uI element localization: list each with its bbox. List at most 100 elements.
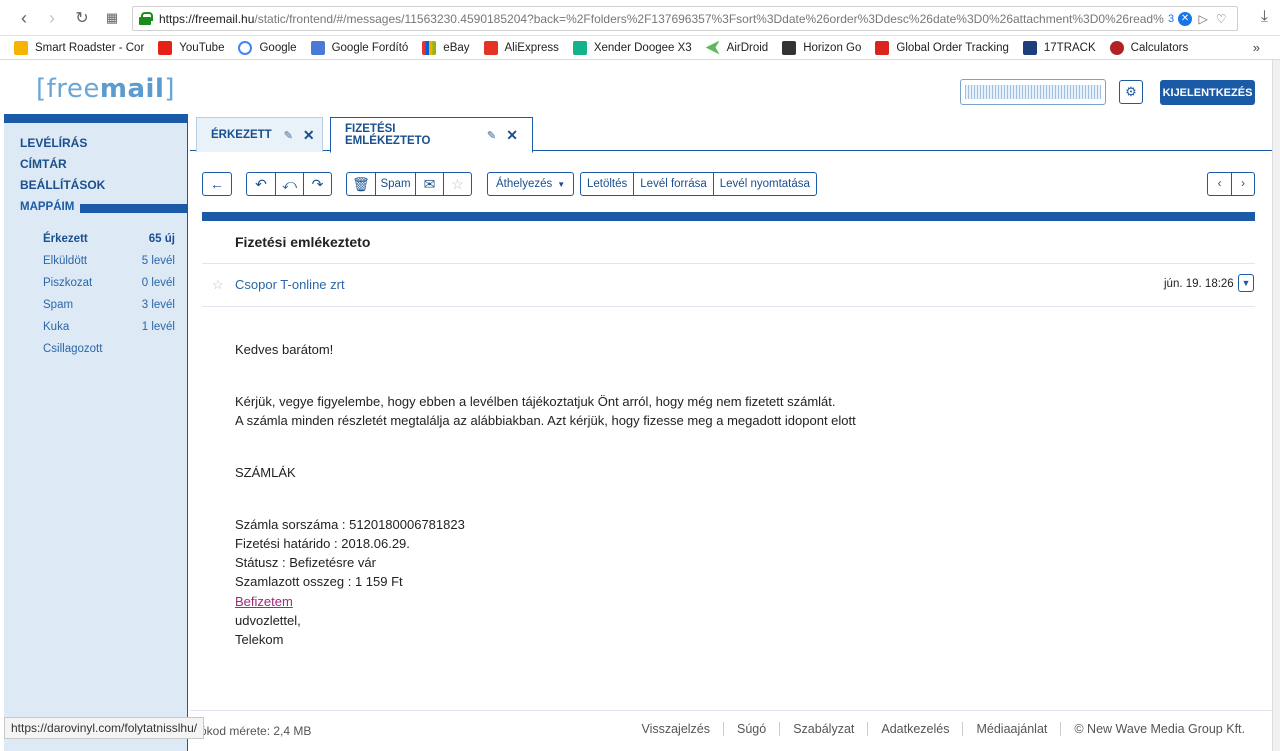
xender-icon	[572, 40, 587, 55]
message-paragraph: A számla minden részletét megtalálja az …	[235, 413, 856, 428]
back-arrow-icon[interactable]: ←	[203, 173, 231, 195]
settings-gear-icon[interactable]: ⚙	[1119, 80, 1143, 104]
forward-icon[interactable]: ↷	[303, 173, 331, 195]
calculator-icon	[1109, 40, 1124, 55]
prev-message-icon[interactable]: ‹	[1208, 173, 1231, 195]
back-button[interactable]: ←	[202, 172, 232, 196]
pin-icon[interactable]: ✎	[284, 129, 293, 142]
horizon-icon	[782, 40, 797, 55]
ebay-icon	[422, 40, 437, 55]
trash-icon[interactable]: 🗑	[347, 173, 375, 195]
bookmark-item[interactable]: Global Order Tracking	[875, 40, 1009, 55]
pay-link[interactable]: Befizetem	[235, 594, 293, 609]
bookmark-item[interactable]: Calculators	[1109, 40, 1188, 55]
message-header-band	[202, 212, 1255, 221]
folder-spam[interactable]: Spam 3 levél	[43, 299, 175, 311]
footer-link-feedback[interactable]: Visszajelzés	[628, 722, 723, 736]
bookmark-item[interactable]: AliExpress	[483, 40, 559, 55]
freemail-logo[interactable]: [freemail]	[36, 74, 175, 104]
folders-heading-bar	[80, 204, 188, 213]
bookmarks-overflow-icon[interactable]: »	[1253, 40, 1260, 55]
sidebar-compose-link[interactable]: LEVÉLÍRÁS	[20, 136, 87, 150]
folder-inbox[interactable]: Érkezett 65 új	[43, 233, 175, 245]
page-scrollbar[interactable]	[1272, 60, 1280, 751]
storage-size-text: Fiókod mérete: 2,4 MB	[190, 724, 312, 738]
url-text[interactable]: https://freemail.hu/static/frontend/#/me…	[159, 12, 1164, 26]
bookmark-item[interactable]: Horizon Go	[782, 40, 861, 55]
back-arrow-icon[interactable]: ‹	[10, 4, 38, 32]
send-icon[interactable]: ▷	[1196, 12, 1210, 26]
footer-link-help[interactable]: Súgó	[723, 722, 779, 736]
folder-starred[interactable]: Csillagozott	[43, 343, 175, 355]
divider	[202, 263, 1255, 264]
folder-trash[interactable]: Kuka 1 levél	[43, 321, 175, 333]
forward-arrow-icon[interactable]: ›	[38, 4, 66, 32]
reload-icon[interactable]: ↻	[68, 4, 96, 32]
print-button[interactable]: Levél nyomtatása	[712, 173, 816, 195]
envelope-icon[interactable]: ✉	[415, 173, 443, 195]
message-signature: Telekom	[235, 632, 284, 647]
reply-icon[interactable]: ↶	[247, 173, 275, 195]
invoice-amount: Szamlazott osszeg : 1 159 Ft	[235, 574, 403, 589]
message-sender[interactable]: Csopor T-online zrt	[235, 277, 345, 292]
folder-sent[interactable]: Elküldött 5 levél	[43, 255, 175, 267]
folders-heading: MAPPÁIM	[20, 201, 75, 213]
lock-icon	[139, 12, 153, 25]
folder-drafts[interactable]: Piszkozat 0 levél	[43, 277, 175, 289]
view-source-button[interactable]: Levél forrása	[633, 173, 712, 195]
sidebar: LEVÉLÍRÁS CÍMTÁR BEÁLLÍTÁSOK MAPPÁIM Érk…	[4, 114, 188, 751]
tab-bar: ÉRKEZETT ✎ ✕ FIZETÉSI EMLÉKEZTETO ✎ ✕	[190, 114, 1272, 153]
bookmark-item[interactable]: AirDroid	[705, 40, 768, 55]
star-icon[interactable]: ☆	[212, 277, 224, 293]
move-label: Áthelyezés	[496, 178, 553, 190]
bookmark-item[interactable]: Smart Roadster - Cor	[14, 40, 144, 55]
bookmarks-bar: Smart Roadster - Cor YouTube Google Goog…	[0, 36, 1280, 60]
message-section-title: SZÁMLÁK	[235, 465, 296, 480]
move-dropdown[interactable]: Áthelyezés ▼	[487, 172, 575, 196]
next-message-icon[interactable]: ›	[1231, 173, 1254, 195]
spam-button[interactable]: Spam	[375, 173, 415, 195]
storage-quota-bar	[960, 79, 1106, 105]
extension-count-badge[interactable]: 3	[1168, 13, 1174, 25]
bookmark-item[interactable]: YouTube	[158, 40, 224, 55]
pin-icon[interactable]: ✎	[487, 129, 496, 142]
youtube-icon	[158, 40, 173, 55]
tab-message[interactable]: FIZETÉSI EMLÉKEZTETO ✎ ✕	[330, 117, 533, 153]
close-icon[interactable]: ✕	[303, 127, 315, 144]
message-greeting: Kedves barátom!	[235, 342, 334, 357]
bookmark-item[interactable]: Google	[238, 40, 297, 55]
reply-group: ↶ ⤺ ↷	[246, 172, 332, 196]
action-group: 🗑 Spam ✉ ☆	[346, 172, 472, 196]
order-tracking-icon	[875, 40, 890, 55]
reply-all-icon[interactable]: ⤺	[275, 173, 303, 195]
close-icon[interactable]: ✕	[506, 127, 518, 144]
bookmark-item[interactable]: 17TRACK	[1022, 40, 1096, 55]
logout-button[interactable]: KIJELENTKEZÉS	[1160, 80, 1255, 105]
sidebar-contacts-link[interactable]: CÍMTÁR	[20, 157, 67, 171]
extension-close-icon[interactable]: ✕	[1178, 11, 1193, 26]
sidebar-settings-link[interactable]: BEÁLLÍTÁSOK	[20, 178, 105, 192]
download-icon[interactable]: ⤓	[1261, 8, 1268, 26]
footer-link-media[interactable]: Médiaajánlat	[962, 722, 1060, 736]
footer-links: Visszajelzés Súgó Szabályzat Adatkezelés…	[628, 722, 1258, 736]
bookmark-item[interactable]: Xender Doogee X3	[572, 40, 692, 55]
footer-copyright[interactable]: © New Wave Media Group Kft.	[1060, 722, 1258, 736]
chevron-down-icon[interactable]: ▼	[1238, 274, 1254, 292]
tab-inbox[interactable]: ÉRKEZETT ✎ ✕	[196, 117, 323, 152]
heart-icon[interactable]: ♡	[1214, 12, 1228, 26]
bookmark-item[interactable]: eBay	[422, 40, 470, 55]
bookmark-item[interactable]: Google Fordító	[310, 40, 408, 55]
caret-down-icon: ▼	[557, 179, 566, 189]
message-closing: udvozlettel,	[235, 613, 301, 628]
translate-icon	[310, 40, 325, 55]
footer-link-terms[interactable]: Szabályzat	[779, 722, 867, 736]
footer-link-privacy[interactable]: Adatkezelés	[867, 722, 962, 736]
apps-grid-icon[interactable]: ▦	[98, 4, 126, 32]
freemail-page: [freemail] ⚙ KIJELENTKEZÉS LEVÉLÍRÁS CÍM…	[4, 60, 1272, 751]
message-subject: Fizetési emlékezteto	[235, 234, 371, 250]
download-button[interactable]: Letöltés	[581, 173, 633, 195]
invoice-status: Státusz : Befizetésre vár	[235, 555, 376, 570]
link-status-url: https://darovinyl.com/folytatnisslhu/	[4, 717, 205, 739]
star-icon[interactable]: ☆	[443, 173, 471, 195]
address-bar[interactable]: https://freemail.hu/static/frontend/#/me…	[132, 6, 1238, 31]
